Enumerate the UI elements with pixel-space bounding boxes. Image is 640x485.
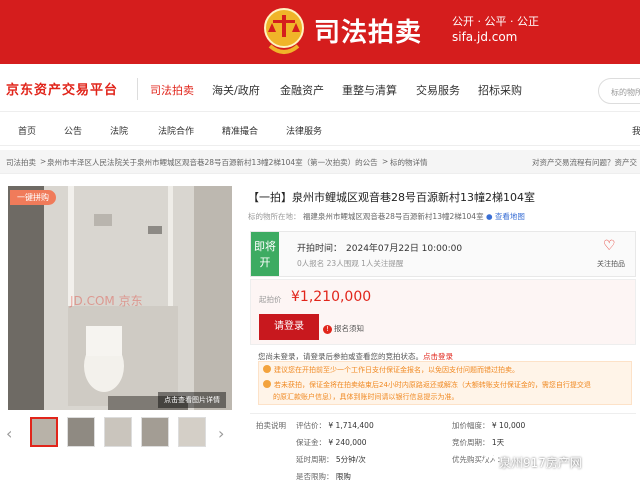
detail-appraisal: 评估价： ¥ 1,714,400 [296, 421, 374, 430]
deposit-tips: 建议您在开拍前至少一个工作日支付保证金报名，以免因支付问题而错过拍卖。 若未获拍… [258, 361, 632, 405]
search-input[interactable]: 标的物所 [598, 78, 640, 104]
breadcrumb-sep: > [40, 157, 47, 166]
zoom-tip[interactable]: 点击查看图片详情 [158, 392, 226, 408]
nav-item-judicial-auction[interactable]: 司法拍卖 [150, 82, 194, 98]
next-arrow-icon[interactable]: › [218, 424, 224, 443]
price-box: 起拍价 ¥1,210,000 请登录 ! 报名须知 [250, 279, 636, 345]
nav-item-customs-gov[interactable]: 海关/政府 [212, 82, 260, 98]
start-price-value: ¥1,210,000 [291, 289, 372, 305]
start-time: 开拍时间： 2024年07月22日 10:00:00 [297, 241, 462, 254]
tip-2-cont: 的原汇款账户信息），具体到账时间请以银行信息提示为准。 [273, 393, 459, 401]
tip-1: 建议您在开拍前至少一个工作日支付保证金报名，以免因支付问题而错过拍卖。 [263, 365, 519, 375]
subnav-court-cooperation[interactable]: 法院合作 [158, 124, 194, 137]
divider [250, 413, 636, 414]
thumbnail-strip: ‹ › [0, 417, 240, 453]
thumbnail[interactable] [30, 417, 58, 447]
address-value: 福建泉州市鲤城区观音巷28号百源新村13幢2梯104室 [302, 212, 484, 221]
group-buy-badge[interactable]: 一键拼购 [10, 190, 56, 205]
detail-extension: 延时周期： 5分钟/次 [296, 455, 366, 464]
heart-icon[interactable]: ♡ [603, 238, 616, 254]
breadcrumb: 司法拍卖 > 泉州市丰泽区人民法院关于泉州市鲤城区观音巷28号百源新村13幢2梯… [0, 150, 640, 174]
court-emblem-icon [264, 8, 304, 54]
nav-item-trade-services[interactable]: 交易服务 [416, 82, 460, 98]
top-banner: 司法拍卖 公开 · 公平 · 公正 sifa.jd.com [0, 0, 640, 64]
breadcrumb-item-auction[interactable]: 司法拍卖 [6, 157, 36, 168]
login-button[interactable]: 请登录 [259, 314, 319, 340]
subnav-courts[interactable]: 法院 [110, 124, 128, 137]
thumbnail[interactable] [67, 417, 95, 447]
auction-status: 即将开 开拍时间： 2024年07月22日 10:00:00 0人报名 23人围观… [250, 231, 636, 277]
nav-divider [137, 78, 138, 100]
subnav-login-right[interactable]: 我 [632, 124, 640, 137]
detail-bid-cycle: 竞价周期： 1天 [452, 438, 505, 447]
subnav-announcements[interactable]: 公告 [64, 124, 82, 137]
map-pin-icon: ● [485, 212, 493, 221]
start-time-label: 开拍时间： [297, 244, 343, 254]
detail-increment: 加价幅度： ¥ 10,000 [452, 421, 526, 430]
tip-2: 若未获拍，保证金将在拍卖结束后24小时内原路返还或解冻（大额转账支付保证金的，需… [263, 380, 591, 390]
thumbnail[interactable] [104, 417, 132, 447]
prev-arrow-icon[interactable]: ‹ [6, 424, 12, 443]
subnav-matching[interactable]: 精准撮合 [222, 124, 258, 137]
breadcrumb-sep: > [382, 157, 389, 166]
detail-label-rules[interactable]: 拍卖说明 [256, 420, 286, 431]
nav-item-restructuring[interactable]: 重整与清算 [342, 82, 397, 98]
follow-button[interactable]: 关注拍品 [597, 259, 625, 269]
lot-title: 【一拍】泉州市鲤城区观音巷28号百源新村13幢2梯104室 [248, 191, 535, 204]
detail-limit: 是否限购： 限购 [296, 472, 351, 481]
subnav-legal-services[interactable]: 法律服务 [286, 124, 322, 137]
info-icon [263, 380, 271, 388]
status-tag: 即将开 [251, 232, 279, 276]
help-link[interactable]: 对资产交易流程有问题？资产交 [532, 157, 637, 168]
lot-address: 标的物所在地： 福建泉州市鲤城区观音巷28号百源新村13幢2梯104室 ● 查看… [248, 211, 525, 222]
sub-nav: 首页 公告 法院 法院合作 精准撮合 法律服务 我 [0, 112, 640, 146]
breadcrumb-item-current: 标的物详情 [390, 158, 428, 167]
main-nav: 京东资产交易平台 司法拍卖 海关/政府 金融资产 重整与清算 交易服务 招标采购 [0, 64, 640, 112]
thumbnail[interactable] [141, 417, 169, 447]
detail-deposit: 保证金： ¥ 240,000 [296, 438, 367, 447]
nav-item-financial-assets[interactable]: 金融资产 [280, 82, 324, 98]
signup-rules-label: 报名须知 [334, 324, 364, 333]
view-map-link[interactable]: 查看地图 [495, 212, 525, 221]
start-price-label: 起拍价 [259, 295, 282, 304]
thumbnail[interactable] [178, 417, 206, 447]
start-time-value: 2024年07月22日 10:00:00 [346, 244, 463, 254]
subnav-home[interactable]: 首页 [18, 124, 36, 137]
nav-item-procurement[interactable]: 招标采购 [478, 82, 522, 98]
info-icon [263, 365, 271, 373]
image-watermark: JD.COM 京东 [70, 294, 143, 308]
signup-rules-link[interactable]: ! 报名须知 [323, 323, 364, 334]
login-notice-text: 您尚未登录，请登录后参拍或查看您的竞拍状态。 [258, 352, 423, 361]
banner-slogan: 公开 · 公平 · 公正 [452, 15, 539, 28]
banner-domain: sifa.jd.com [452, 30, 518, 44]
click-login-link[interactable]: 点击登录 [423, 352, 453, 361]
platform-logo[interactable]: 京东资产交易平台 [6, 79, 118, 98]
watermark-logo-icon [483, 455, 497, 469]
auction-stats: 0人报名 23人围观 1人关注提醒 [297, 259, 404, 268]
alert-icon: ! [323, 325, 332, 334]
banner-title: 司法拍卖 [314, 18, 423, 48]
source-watermark: 泉州917房产网 [483, 454, 582, 471]
breadcrumb-item-notice[interactable]: 泉州市丰泽区人民法院关于泉州市鲤城区观音巷28号百源新村13幢2梯104室（第一… [47, 157, 378, 168]
address-label: 标的物所在地： [248, 212, 301, 221]
